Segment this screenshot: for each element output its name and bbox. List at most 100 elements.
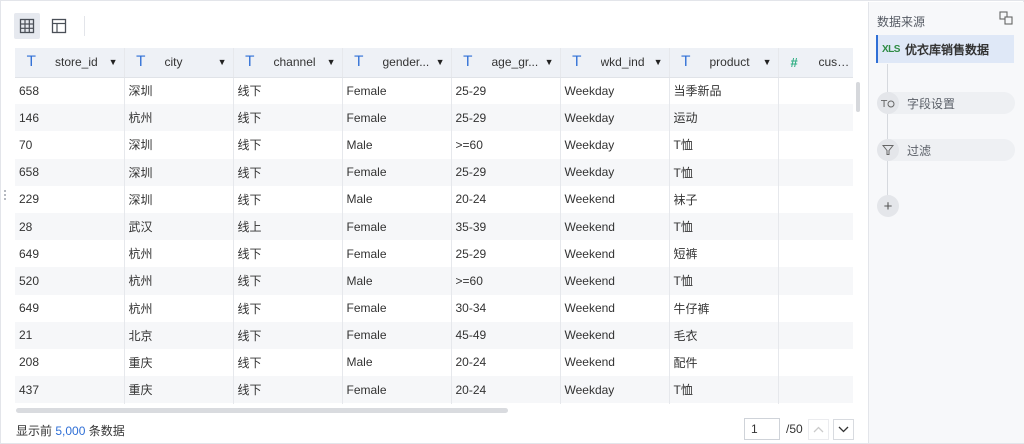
table-cell[interactable] — [778, 294, 853, 322]
table-cell[interactable]: Male — [342, 131, 452, 159]
table-cell[interactable] — [669, 403, 779, 404]
switch-source-icon[interactable] — [999, 11, 1013, 25]
table-cell[interactable] — [778, 131, 853, 159]
table-cell[interactable] — [560, 403, 670, 404]
table-cell[interactable]: 229 — [15, 185, 125, 213]
table-cell[interactable]: 20-24 — [451, 376, 561, 404]
table-cell[interactable]: 208 — [15, 348, 125, 377]
table-cell[interactable]: 杭州 — [124, 267, 234, 295]
table-cell[interactable]: Female — [342, 212, 452, 241]
column-header[interactable]: Tage_gr... ▼ — [451, 48, 561, 78]
table-cell[interactable] — [778, 185, 853, 213]
table-cell[interactable] — [778, 240, 853, 268]
column-header[interactable]: Tstore_id ▼ — [15, 48, 125, 78]
table-cell[interactable]: 深圳 — [124, 185, 234, 213]
table-cell[interactable]: 28 — [15, 212, 125, 241]
table-cell[interactable]: T恤 — [669, 212, 779, 241]
table-cell[interactable]: 北京 — [124, 321, 234, 349]
table-cell[interactable]: 25-29 — [451, 240, 561, 268]
table-cell[interactable]: 运动 — [669, 104, 779, 132]
table-cell[interactable] — [124, 403, 234, 404]
table-cell[interactable]: 毛衣 — [669, 321, 779, 349]
table-cell[interactable]: 线下 — [233, 240, 343, 268]
dropdown-caret-icon[interactable]: ▼ — [217, 57, 227, 67]
table-cell[interactable]: 线下 — [233, 185, 343, 213]
column-header[interactable]: # customer — [778, 48, 853, 78]
table-cell[interactable]: 线下 — [233, 104, 343, 132]
table-cell[interactable]: 武汉 — [124, 212, 234, 241]
table-cell[interactable]: 线下 — [233, 376, 343, 404]
vertical-scrollbar[interactable] — [856, 82, 860, 112]
table-cell[interactable]: Female — [342, 158, 452, 186]
table-cell[interactable]: 当季新品 — [669, 77, 779, 105]
table-cell[interactable]: Weekend — [560, 212, 670, 241]
table-cell[interactable]: 30-34 — [451, 294, 561, 322]
dropdown-caret-icon[interactable]: ▼ — [108, 57, 118, 67]
table-cell[interactable]: Weekend — [560, 267, 670, 295]
dropdown-caret-icon[interactable]: ▼ — [435, 57, 445, 67]
table-cell[interactable]: >=60 — [451, 267, 561, 295]
step-filter[interactable]: 过滤 — [877, 139, 1015, 161]
table-cell[interactable]: 25-29 — [451, 104, 561, 132]
table-cell[interactable]: 重庆 — [124, 376, 234, 404]
page-number-input[interactable] — [744, 418, 780, 440]
table-cell[interactable] — [778, 376, 853, 404]
table-cell[interactable]: Female — [342, 104, 452, 132]
table-cell[interactable]: Weekday — [560, 77, 670, 105]
table-cell[interactable]: 杭州 — [124, 240, 234, 268]
table-cell[interactable]: 线下 — [233, 158, 343, 186]
table-cell[interactable]: 658 — [15, 77, 125, 105]
dropdown-caret-icon[interactable]: ▼ — [653, 57, 663, 67]
table-cell[interactable]: 配件 — [669, 348, 779, 377]
table-cell[interactable]: Weekend — [560, 240, 670, 268]
table-cell[interactable]: 649 — [15, 294, 125, 322]
table-cell[interactable]: 20-24 — [451, 348, 561, 377]
column-header[interactable]: Twkd_ind ▼ — [560, 48, 670, 78]
table-cell[interactable]: 45-49 — [451, 321, 561, 349]
table-cell[interactable]: T恤 — [669, 131, 779, 159]
table-cell[interactable]: 25-29 — [451, 158, 561, 186]
table-cell[interactable]: Female — [342, 240, 452, 268]
table-cell[interactable] — [778, 104, 853, 132]
table-cell[interactable]: T恤 — [669, 158, 779, 186]
table-cell[interactable]: 658 — [15, 158, 125, 186]
table-cell[interactable]: 35-39 — [451, 212, 561, 241]
table-cell[interactable]: 520 — [15, 267, 125, 295]
table-cell[interactable]: Female — [342, 376, 452, 404]
column-header[interactable]: Tchannel ▼ — [233, 48, 343, 78]
table-cell[interactable]: 线下 — [233, 77, 343, 105]
table-cell[interactable]: Weekday — [560, 158, 670, 186]
table-cell[interactable]: >=60 — [451, 131, 561, 159]
horizontal-scrollbar[interactable] — [16, 408, 508, 413]
column-header[interactable]: Tcity ▼ — [124, 48, 234, 78]
column-header[interactable]: Tproduct ▼ — [669, 48, 779, 78]
table-cell[interactable] — [778, 403, 853, 404]
previous-page-button[interactable] — [808, 418, 829, 440]
table-cell[interactable] — [778, 321, 853, 349]
table-cell[interactable]: 牛仔裤 — [669, 294, 779, 322]
table-cell[interactable]: T恤 — [669, 267, 779, 295]
table-cell[interactable]: 线下 — [233, 321, 343, 349]
column-header[interactable]: Tgender... ▼ — [342, 48, 452, 78]
table-cell[interactable]: 146 — [15, 104, 125, 132]
table-cell[interactable]: Weekend — [560, 185, 670, 213]
table-cell[interactable] — [15, 403, 125, 404]
table-cell[interactable]: 杭州 — [124, 294, 234, 322]
dropdown-caret-icon[interactable]: ▼ — [326, 57, 336, 67]
table-cell[interactable]: 70 — [15, 131, 125, 159]
table-cell[interactable]: 25-29 — [451, 77, 561, 105]
table-cell[interactable]: 重庆 — [124, 348, 234, 377]
dropdown-caret-icon[interactable]: ▼ — [544, 57, 554, 67]
table-cell[interactable] — [778, 212, 853, 241]
layout-view-button[interactable] — [46, 13, 72, 39]
table-cell[interactable]: 20-24 — [451, 185, 561, 213]
table-cell[interactable] — [778, 348, 853, 377]
table-cell[interactable]: 线下 — [233, 131, 343, 159]
add-step-button[interactable]: + — [877, 195, 899, 217]
table-cell[interactable] — [342, 403, 452, 404]
table-cell[interactable]: 649 — [15, 240, 125, 268]
table-cell[interactable]: 杭州 — [124, 104, 234, 132]
table-cell[interactable]: Weekend — [560, 294, 670, 322]
table-cell[interactable]: 线下 — [233, 294, 343, 322]
grid-view-button[interactable] — [14, 13, 40, 39]
